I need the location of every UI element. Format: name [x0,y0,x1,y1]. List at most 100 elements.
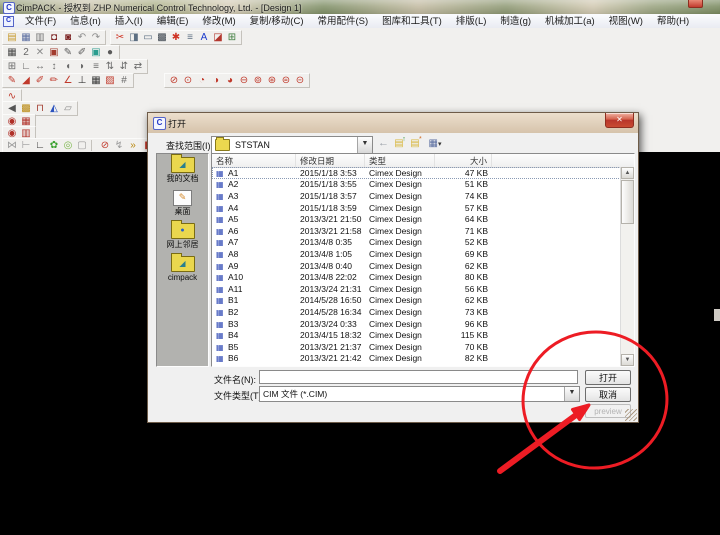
cancel-button[interactable]: 取消 [585,387,631,402]
table-icon[interactable]: ▦ [5,46,19,59]
redo-icon[interactable]: ↷ [89,31,103,44]
menu-item-3[interactable]: 编辑(E) [150,15,196,28]
sprout-icon[interactable]: ✿ [47,139,61,152]
list-item[interactable]: ▦A62013/3/21 21:58Cimex Design71 KB [212,225,621,237]
grid-dark-icon[interactable]: ▩ [155,31,169,44]
list-item[interactable]: ▦A22015/1/18 3:55Cimex Design51 KB [212,179,621,191]
menu-item-6[interactable]: 常用配件(S) [310,15,375,28]
circle-tool-2-icon[interactable]: ⊙ [181,74,195,87]
ratio-icon[interactable]: ≡ [183,31,197,44]
swap-vertical-alt-icon[interactable]: ⇵ [117,60,131,73]
list-item[interactable]: ▦A72013/4/8 0:35Cimex Design52 KB [212,237,621,249]
mirror-left-icon[interactable]: ◖ [61,60,75,73]
flower-icon[interactable]: ✱ [169,31,183,44]
sheet-icon[interactable]: ▱ [61,102,75,115]
menu-item-1[interactable]: 信息(n) [63,15,108,28]
grid-x-icon[interactable]: ▨ [103,74,117,87]
column-header-size[interactable]: 大小 [435,154,492,167]
menu-item-9[interactable]: 制造(g) [493,15,538,28]
grid-icon[interactable]: ▦ [89,74,103,87]
corner-dark-icon[interactable]: ∟ [33,139,47,152]
form-icon[interactable]: ▭ [141,31,155,44]
window-close-button[interactable] [688,0,703,8]
up-one-level-icon[interactable]: ▤↑ [392,137,406,151]
resize-grip[interactable] [625,409,637,421]
square-outline-icon[interactable]: ▢ [75,139,89,152]
pen-icon[interactable]: ✎ [61,46,75,59]
fast-forward-icon[interactable]: » [126,139,140,152]
no-circle-icon[interactable]: ⊘ [98,139,112,152]
place-item-2[interactable]: ●网上邻居 [157,223,208,249]
menu-item-5[interactable]: 复制/移动(C) [243,15,311,28]
angle-icon[interactable]: ∠ [61,74,75,87]
tool-press-icon[interactable]: ◙ [61,31,75,44]
blue-triangle-icon[interactable]: ◭ [47,102,61,115]
circle-tool-9-icon[interactable]: ⊜ [279,74,293,87]
circle-tool-1-icon[interactable]: ⊘ [167,74,181,87]
circle-tool-4-icon[interactable]: ◑ [209,74,223,87]
filename-input[interactable] [259,370,578,384]
list-item[interactable]: ▦A32015/1/18 3:57Cimex Design74 KB [212,190,621,202]
place-item-0[interactable]: ◢我的文档 [157,157,208,183]
list-item[interactable]: ▦B32013/3/24 0:33Cimex Design96 KB [212,318,621,330]
list-item[interactable]: ▦A42015/1/18 3:59Cimex Design57 KB [212,202,621,214]
menu-item-4[interactable]: 修改(M) [195,15,242,28]
corner-icon[interactable]: ∟ [19,60,33,73]
file-list-vertical-scrollbar[interactable]: ▲ ▼ [620,167,634,366]
list-item[interactable]: ▦A102013/4/8 22:02Cimex Design80 KB [212,271,621,283]
place-item-3[interactable]: ◢cimpack [157,256,208,282]
perpendicular-icon[interactable]: ⊥ [75,74,89,87]
move-v-icon[interactable]: ↕ [47,60,61,73]
menu-item-11[interactable]: 视图(W) [602,15,650,28]
scroll-up-icon[interactable]: ▲ [621,167,634,179]
circle-tool-10-icon[interactable]: ⊝ [293,74,307,87]
menu-item-8[interactable]: 排版(L) [449,15,494,28]
place-item-1[interactable]: ✎桌面 [157,190,208,216]
list-item[interactable]: ▦B42013/4/15 18:32Cimex Design115 KB [212,329,621,341]
knife-tool-icon[interactable]: ✂ [113,31,127,44]
list-item[interactable]: ▦B12014/5/28 16:50Cimex Design62 KB [212,295,621,307]
back-icon[interactable]: ← [377,137,390,151]
scroll-down-icon[interactable]: ▼ [621,354,634,366]
circle-tool-7-icon[interactable]: ⊚ [251,74,265,87]
two-tool-icon[interactable]: 2 [19,46,33,59]
tee-icon[interactable]: ⊢ [19,139,33,152]
dialog-titlebar[interactable]: C 打开 ✕ [148,113,638,134]
bolt-icon[interactable]: ↯ [112,139,126,152]
undo-icon[interactable]: ↶ [75,31,89,44]
pencil-curve-icon[interactable]: ✏ [47,74,61,87]
chart-icon[interactable]: ◪ [211,31,225,44]
open-file-icon[interactable]: ▤ [5,31,19,44]
menu-item-10[interactable]: 机械加工(a) [538,15,602,28]
column-header-date[interactable]: 修改日期 [296,154,365,167]
list-item[interactable]: ▦A112013/3/24 21:31Cimex Design56 KB [212,283,621,295]
lookin-combobox[interactable]: STSTAN ▼ [211,136,373,154]
menu-item-12[interactable]: 帮助(H) [650,15,696,28]
list-item[interactable]: ▦A12015/1/18 3:53Cimex Design47 KB [212,167,621,179]
view-menu-icon[interactable]: ▦▾ [424,137,446,151]
swap-horizontal-icon[interactable]: ⇄ [131,60,145,73]
bridge-icon[interactable]: ▣ [47,46,61,59]
snap-icon[interactable]: # [117,74,131,87]
mirror-right-icon[interactable]: ◗ [75,60,89,73]
pencil-arc-icon[interactable]: ✐ [33,74,47,87]
filetype-dropdown-button[interactable]: ▼ [564,387,579,401]
list-item[interactable]: ▦B62013/3/21 21:42Cimex Design82 KB [212,353,621,365]
list-item[interactable]: ▦A92013/4/8 0:40Cimex Design62 KB [212,260,621,272]
circle-tool-6-icon[interactable]: ⊖ [237,74,251,87]
list-item[interactable]: ▦B22014/5/28 16:34Cimex Design73 KB [212,306,621,318]
green-ring-icon[interactable]: ◎ [61,139,75,152]
circle-tool-5-icon[interactable]: ◕ [223,74,237,87]
dot-icon[interactable]: ● [103,46,117,59]
save-icon[interactable]: ▦ [19,31,33,44]
grid-plus-icon[interactable]: ⊞ [225,31,239,44]
fit-icon[interactable]: ⋈ [5,139,19,152]
scroll-thumb[interactable] [621,180,634,224]
list-item[interactable]: ▦A52013/3/21 21:50Cimex Design64 KB [212,213,621,225]
print-icon[interactable]: ▥ [33,31,47,44]
pen-alt-icon[interactable]: ✐ [75,46,89,59]
canvas-scrollbar[interactable] [714,309,720,321]
menu-item-0[interactable]: 文件(F) [18,15,63,28]
move-h-icon[interactable]: ↔ [33,60,47,73]
circle-tool-8-icon[interactable]: ⊛ [265,74,279,87]
